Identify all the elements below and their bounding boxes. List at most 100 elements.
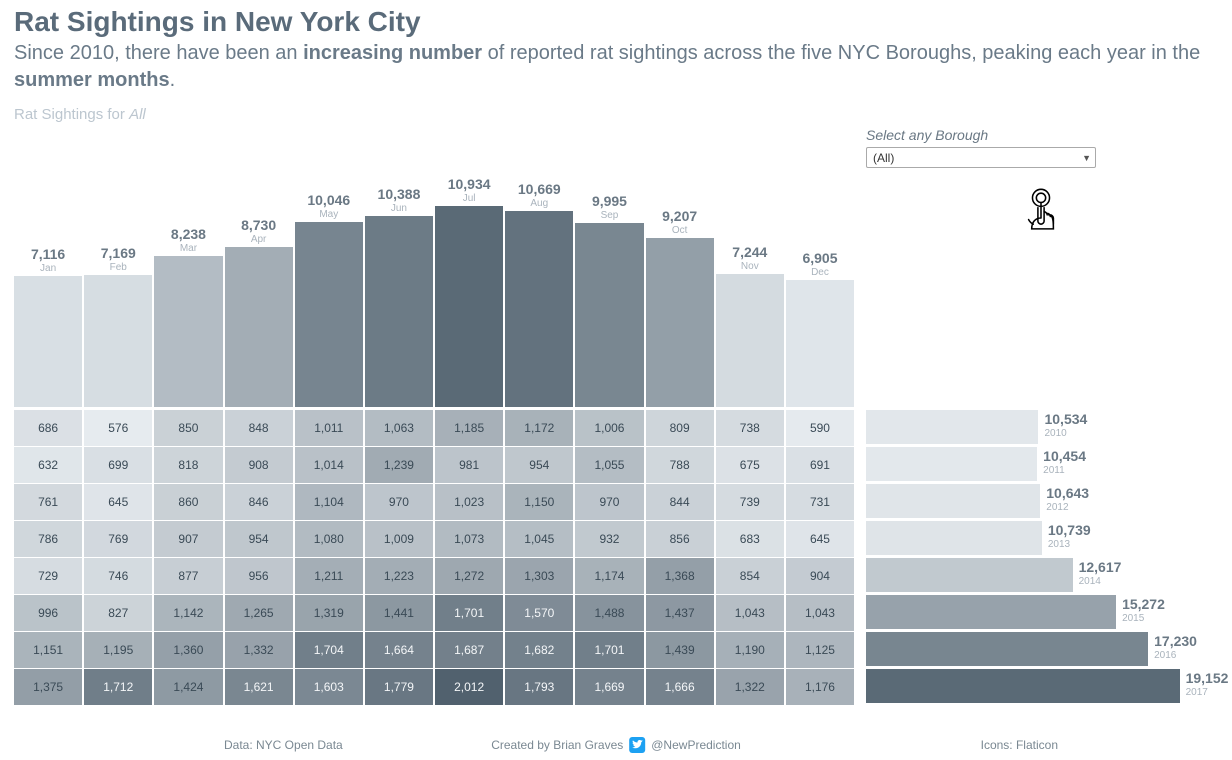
month-bar-nov[interactable]: 7,244Nov	[716, 162, 784, 407]
year-bar-2013[interactable]: 10,7392013	[866, 520, 1206, 556]
month-bar-jun[interactable]: 10,388Jun	[365, 162, 433, 407]
heatmap-cell[interactable]: 970	[575, 484, 643, 520]
heatmap-cell[interactable]: 683	[716, 521, 784, 557]
heatmap-cell[interactable]: 1,368	[646, 558, 714, 594]
heatmap-cell[interactable]: 1,223	[365, 558, 433, 594]
heatmap-cell[interactable]: 932	[575, 521, 643, 557]
heatmap-cell[interactable]: 981	[435, 447, 503, 483]
heatmap-cell[interactable]: 739	[716, 484, 784, 520]
heatmap-cell[interactable]: 1,045	[505, 521, 573, 557]
heatmap-cell[interactable]: 1,322	[716, 669, 784, 705]
heatmap-cell[interactable]: 1,265	[225, 595, 293, 631]
heatmap-cell[interactable]: 1,055	[575, 447, 643, 483]
heatmap-cell[interactable]: 827	[84, 595, 152, 631]
year-bar-2010[interactable]: 10,5342010	[866, 409, 1206, 445]
heatmap-cell[interactable]: 1,488	[575, 595, 643, 631]
heatmap-cell[interactable]: 2,012	[435, 669, 503, 705]
heatmap-cell[interactable]: 1,424	[154, 669, 222, 705]
heatmap-cell[interactable]: 1,375	[14, 669, 82, 705]
heatmap-cell[interactable]: 1,441	[365, 595, 433, 631]
heatmap-cell[interactable]: 590	[786, 410, 854, 446]
heatmap-cell[interactable]: 1,174	[575, 558, 643, 594]
heatmap-cell[interactable]: 956	[225, 558, 293, 594]
heatmap-cell[interactable]: 1,793	[505, 669, 573, 705]
heatmap-cell[interactable]: 996	[14, 595, 82, 631]
heatmap-cell[interactable]: 1,063	[365, 410, 433, 446]
heatmap-cell[interactable]: 1,666	[646, 669, 714, 705]
year-bar-2015[interactable]: 15,2722015	[866, 594, 1206, 630]
month-bar-dec[interactable]: 6,905Dec	[786, 162, 854, 407]
heatmap-cell[interactable]: 686	[14, 410, 82, 446]
heatmap-cell[interactable]: 809	[646, 410, 714, 446]
heatmap-cell[interactable]: 786	[14, 521, 82, 557]
heatmap-cell[interactable]: 1,570	[505, 595, 573, 631]
heatmap-cell[interactable]: 1,603	[295, 669, 363, 705]
heatmap-cell[interactable]: 1,009	[365, 521, 433, 557]
heatmap-cell[interactable]: 645	[84, 484, 152, 520]
month-bar-jul[interactable]: 10,934Jul	[435, 162, 503, 407]
heatmap-cell[interactable]: 1,682	[505, 632, 573, 668]
heatmap-cell[interactable]: 970	[365, 484, 433, 520]
heatmap-cell[interactable]: 856	[646, 521, 714, 557]
heatmap-cell[interactable]: 818	[154, 447, 222, 483]
heatmap-cell[interactable]: 1,125	[786, 632, 854, 668]
heatmap-cell[interactable]: 738	[716, 410, 784, 446]
heatmap-cell[interactable]: 675	[716, 447, 784, 483]
heatmap-cell[interactable]: 1,043	[786, 595, 854, 631]
month-bar-feb[interactable]: 7,169Feb	[84, 162, 152, 407]
heatmap-cell[interactable]: 1,190	[716, 632, 784, 668]
heatmap-cell[interactable]: 854	[716, 558, 784, 594]
heatmap-cell[interactable]: 1,172	[505, 410, 573, 446]
heatmap-cell[interactable]: 691	[786, 447, 854, 483]
heatmap-cell[interactable]: 904	[786, 558, 854, 594]
heatmap-cell[interactable]: 1,239	[365, 447, 433, 483]
year-bar-2017[interactable]: 19,1522017	[866, 668, 1206, 704]
heatmap-cell[interactable]: 877	[154, 558, 222, 594]
heatmap-cell[interactable]: 1,011	[295, 410, 363, 446]
twitter-handle[interactable]: @NewPrediction	[651, 738, 741, 752]
heatmap-cell[interactable]: 1,621	[225, 669, 293, 705]
heatmap-cell[interactable]: 1,151	[14, 632, 82, 668]
heatmap-cell[interactable]: 788	[646, 447, 714, 483]
twitter-icon[interactable]	[629, 737, 645, 753]
heatmap-cell[interactable]: 850	[154, 410, 222, 446]
heatmap-cell[interactable]: 632	[14, 447, 82, 483]
heatmap-cell[interactable]: 1,211	[295, 558, 363, 594]
heatmap-cell[interactable]: 1,185	[435, 410, 503, 446]
borough-select[interactable]: (All) ▼	[866, 147, 1096, 168]
heatmap-cell[interactable]: 1,195	[84, 632, 152, 668]
heatmap-cell[interactable]: 1,712	[84, 669, 152, 705]
month-bar-apr[interactable]: 8,730Apr	[225, 162, 293, 407]
heatmap-cell[interactable]: 1,272	[435, 558, 503, 594]
year-bar-2011[interactable]: 10,4542011	[866, 446, 1206, 482]
heatmap-cell[interactable]: 1,319	[295, 595, 363, 631]
heatmap-cell[interactable]: 1,104	[295, 484, 363, 520]
month-bar-may[interactable]: 10,046May	[295, 162, 363, 407]
heatmap-cell[interactable]: 729	[14, 558, 82, 594]
heatmap-cell[interactable]: 1,043	[716, 595, 784, 631]
heatmap-cell[interactable]: 746	[84, 558, 152, 594]
heatmap-cell[interactable]: 1,701	[575, 632, 643, 668]
heatmap-cell[interactable]: 860	[154, 484, 222, 520]
month-bar-aug[interactable]: 10,669Aug	[505, 162, 573, 407]
heatmap-cell[interactable]: 908	[225, 447, 293, 483]
heatmap-cell[interactable]: 1,701	[435, 595, 503, 631]
heatmap-cell[interactable]: 1,704	[295, 632, 363, 668]
heatmap-cell[interactable]: 1,023	[435, 484, 503, 520]
heatmap-cell[interactable]: 576	[84, 410, 152, 446]
heatmap-cell[interactable]: 731	[786, 484, 854, 520]
heatmap-cell[interactable]: 1,080	[295, 521, 363, 557]
year-bar-2016[interactable]: 17,2302016	[866, 631, 1206, 667]
heatmap-cell[interactable]: 1,360	[154, 632, 222, 668]
heatmap-cell[interactable]: 769	[84, 521, 152, 557]
year-bar-2014[interactable]: 12,6172014	[866, 557, 1206, 593]
month-bar-sep[interactable]: 9,995Sep	[575, 162, 643, 407]
heatmap-cell[interactable]: 1,779	[365, 669, 433, 705]
heatmap-cell[interactable]: 846	[225, 484, 293, 520]
heatmap-cell[interactable]: 954	[225, 521, 293, 557]
heatmap-cell[interactable]: 1,073	[435, 521, 503, 557]
heatmap-cell[interactable]: 1,142	[154, 595, 222, 631]
heatmap-cell[interactable]: 1,437	[646, 595, 714, 631]
heatmap-cell[interactable]: 1,176	[786, 669, 854, 705]
heatmap-cell[interactable]: 848	[225, 410, 293, 446]
